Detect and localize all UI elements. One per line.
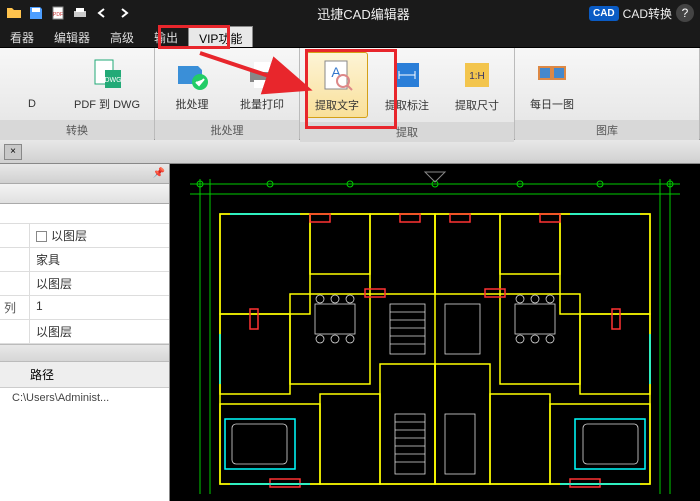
ribbon: D DWG PDF 到 DWG 转换 批处理 批量打印 批处理 A 提取 [0, 48, 700, 140]
ribbon-label-convert: 转换 [0, 120, 154, 140]
workspace: 📌 以图层 家具 以图层 列1 以图层 路径 C:\Users\Administ… [0, 164, 700, 501]
panel-subheader: 路径 [0, 362, 169, 388]
btn-batch[interactable]: 批处理 [161, 52, 223, 116]
properties-panel: 📌 以图层 家具 以图层 列1 以图层 路径 C:\Users\Administ… [0, 164, 170, 501]
ribbon-group-library: 每日一图 图库 [515, 48, 700, 139]
batch-print-icon [244, 56, 280, 92]
menubar: 看器 编辑器 高级 输出 VIP功能 [0, 26, 700, 48]
cad-convert-label[interactable]: CAD转换 [623, 5, 672, 22]
open-icon[interactable] [4, 3, 24, 23]
menu-viewer[interactable]: 看器 [0, 26, 44, 47]
help-icon[interactable]: ? [676, 4, 694, 22]
extract-size-icon: 1:H [459, 57, 495, 93]
extract-dim-icon [389, 57, 425, 93]
pdf-icon[interactable]: PDF [48, 3, 68, 23]
document-tabbar: × [0, 140, 700, 164]
panel-body: 以图层 家具 以图层 列1 以图层 路径 C:\Users\Administ..… [0, 204, 169, 501]
ribbon-label-library: 图库 [515, 120, 699, 140]
btn-extract-size[interactable]: 1:H 提取尺寸 [446, 53, 508, 117]
daily-image-icon [534, 56, 570, 92]
panel-header: 📌 [0, 164, 169, 184]
btn-daily-image[interactable]: 每日一图 [521, 52, 583, 116]
ribbon-group-extract: A 提取文字 提取标注 1:H 提取尺寸 提取 [300, 48, 515, 139]
svg-text:A: A [331, 64, 341, 80]
print-icon[interactable] [70, 3, 90, 23]
drawing-canvas[interactable] [170, 164, 700, 501]
btn-pdf-dwg[interactable]: DWG PDF 到 DWG [66, 52, 148, 116]
redo-icon[interactable] [114, 3, 134, 23]
batch-icon [174, 56, 210, 92]
ribbon-group-convert: D DWG PDF 到 DWG 转换 [0, 48, 155, 139]
menu-vip[interactable]: VIP功能 [188, 26, 253, 47]
btn-d[interactable]: D [6, 54, 58, 114]
ribbon-label-extract: 提取 [300, 122, 514, 142]
checkbox-layer[interactable] [36, 231, 47, 242]
app-title: 迅捷CAD编辑器 [138, 4, 589, 23]
doc-tab-close[interactable]: × [4, 144, 22, 160]
ribbon-label-batch: 批处理 [155, 120, 299, 140]
save-icon[interactable] [26, 3, 46, 23]
btn-extract-dim[interactable]: 提取标注 [376, 53, 438, 117]
extract-text-icon: A [319, 57, 355, 93]
undo-icon[interactable] [92, 3, 112, 23]
ribbon-group-batch: 批处理 批量打印 批处理 [155, 48, 300, 139]
cad-badge: CAD [589, 6, 619, 21]
svg-text:DWG: DWG [104, 77, 121, 84]
menu-advanced[interactable]: 高级 [100, 26, 144, 47]
menu-editor[interactable]: 编辑器 [44, 26, 100, 47]
menu-output[interactable]: 输出 [144, 26, 188, 47]
svg-text:1:H: 1:H [469, 71, 485, 82]
titlebar: PDF 迅捷CAD编辑器 CAD CAD转换 ? [0, 0, 700, 26]
svg-text:PDF: PDF [53, 12, 63, 18]
btn-extract-text[interactable]: A 提取文字 [306, 52, 368, 118]
pdf-dwg-icon: DWG [89, 56, 125, 92]
panel-path: C:\Users\Administ... [0, 388, 169, 408]
pin-icon[interactable]: 📌 [153, 168, 165, 179]
btn-batch-print[interactable]: 批量打印 [231, 52, 293, 116]
